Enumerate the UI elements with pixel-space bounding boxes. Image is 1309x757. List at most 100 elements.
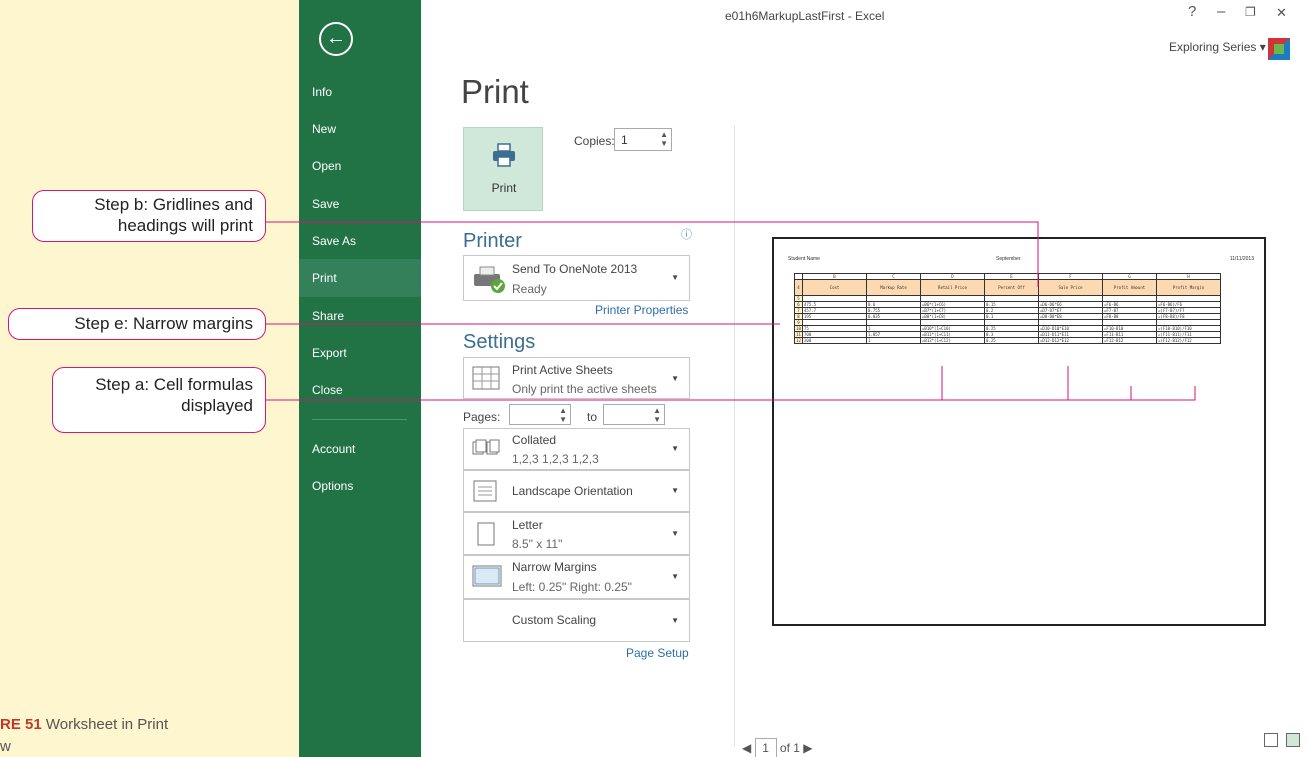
printer-heading: Printer: [463, 230, 522, 252]
preview-cell: =F12-B12: [1102, 337, 1157, 344]
nav-share[interactable]: Share: [299, 297, 421, 335]
print-button-label: Print: [491, 181, 517, 195]
nav-print[interactable]: Print: [299, 259, 421, 297]
nav-divider: [312, 419, 407, 420]
paper-size-dropdown[interactable]: Letter 8.5" x 11" ▼: [463, 512, 690, 555]
printer-status: Ready: [512, 282, 547, 296]
print-button[interactable]: Print: [463, 127, 543, 211]
callout-step-b: Step b: Gridlines and headings will prin…: [32, 190, 266, 242]
close-icon[interactable]: ✕: [1276, 5, 1287, 21]
print-pane: e01h6MarkupLastFirst - Excel ? – ❐ ✕ Exp…: [421, 0, 1309, 757]
zoom-to-page-icon[interactable]: [1286, 733, 1301, 747]
nav-options[interactable]: Options: [299, 467, 421, 505]
preview-table: B C D E F G H 4 Cost Markup Rate Retail Price Perce…: [794, 273, 1221, 344]
printer-device-icon: [474, 266, 505, 293]
chevron-down-icon: ▼: [671, 374, 679, 383]
nav-new[interactable]: New: [299, 110, 421, 148]
restore-icon[interactable]: ❐: [1245, 5, 1256, 19]
page-navigator: ◀ 1 of 1 ▶: [742, 738, 813, 757]
figure-caption: RE 51 Worksheet in Print w: [0, 714, 290, 757]
printer-dropdown[interactable]: Send To OneNote 2013 Ready ▼: [463, 255, 690, 301]
callout-step-e: Step e: Narrow margins: [8, 308, 266, 340]
pages-to-spinner-icon[interactable]: ▲ ▼: [653, 406, 661, 424]
nav-close[interactable]: Close: [299, 371, 421, 409]
figure-text: Worksheet in Print: [41, 716, 169, 733]
account-name[interactable]: Exploring Series ▾: [1169, 40, 1266, 54]
pages-from-spinner-icon[interactable]: ▲ ▼: [559, 406, 567, 424]
preview-header-center: September: [996, 256, 1021, 262]
preview-cell: Markup Rate: [866, 279, 921, 296]
figure-label: RE 51: [0, 716, 42, 733]
page-number-input[interactable]: 1: [754, 738, 777, 757]
margins-sub: Left: 0.25" Right: 0.25": [512, 580, 632, 594]
title-bar: e01h6MarkupLastFirst - Excel ? – ❐ ✕: [421, 0, 1309, 30]
preview-header-right: 11/11/2013: [1229, 256, 1254, 262]
next-page-icon[interactable]: ▶: [803, 741, 812, 755]
orientation-title: Landscape Orientation: [512, 484, 633, 498]
pane-divider: [734, 126, 735, 746]
copies-input[interactable]: 1 ▲ ▼: [614, 128, 672, 151]
preview-cell: Percent Off: [984, 279, 1039, 296]
scaling-title: Custom Scaling: [512, 613, 597, 627]
page-setup-link[interactable]: Page Setup: [626, 646, 689, 660]
chevron-down-icon: ▼: [671, 444, 679, 453]
scaling-dropdown[interactable]: Custom Scaling ▼: [463, 599, 690, 642]
printer-properties-link[interactable]: Printer Properties: [595, 303, 688, 317]
copies-value: 1: [621, 133, 628, 147]
portrait-page-icon: [477, 522, 495, 546]
nav-save[interactable]: Save: [299, 185, 421, 223]
pages-from-input[interactable]: ▲ ▼: [509, 404, 571, 425]
print-what-sub: Only print the active sheets: [512, 382, 657, 396]
prev-page-icon[interactable]: ◀: [742, 741, 751, 755]
preview-cell: 1: [866, 337, 921, 344]
page-title: Print: [461, 73, 529, 110]
preview-cell: Profit Amount: [1102, 279, 1157, 296]
minimize-icon[interactable]: –: [1217, 3, 1225, 20]
chevron-down-icon: ▼: [671, 486, 679, 495]
back-arrow-icon[interactable]: ←: [319, 22, 353, 56]
view-toggles: [1260, 733, 1301, 752]
office-logo-icon: [1268, 38, 1290, 60]
preview-cell: Profit Margin: [1156, 279, 1221, 296]
paper-size-title: Letter: [512, 518, 543, 532]
backstage-nav: ← Info New Open Save Save As Print Share…: [299, 0, 421, 757]
nav-export[interactable]: Export: [299, 334, 421, 372]
chevron-down-icon: ▼: [671, 572, 679, 581]
window-title: e01h6MarkupLastFirst - Excel: [725, 9, 885, 23]
landscape-page-icon: [473, 480, 497, 502]
collate-icon: [472, 439, 500, 455]
info-icon[interactable]: ⓘ: [681, 226, 692, 242]
sheet-grid-icon: [472, 366, 500, 390]
nav-open[interactable]: Open: [299, 147, 421, 185]
preview-cell: 200: [802, 337, 867, 344]
margins-dropdown[interactable]: Narrow Margins Left: 0.25" Right: 0.25" …: [463, 555, 690, 599]
chevron-down-icon: ▼: [671, 616, 679, 625]
preview-cell: 0.25: [984, 337, 1039, 344]
preview-header-left: Student Name: [788, 256, 820, 262]
collate-sub: 1,2,3 1,2,3 1,2,3: [512, 452, 599, 466]
preview-cell: Cost: [802, 279, 867, 296]
chevron-down-icon: ▼: [671, 273, 679, 282]
figure-text-line2: w: [0, 738, 11, 755]
pages-to-input[interactable]: ▲ ▼: [603, 404, 665, 425]
printer-icon: [493, 143, 515, 167]
chevron-down-icon: ▼: [671, 529, 679, 538]
preview-cell: Retail Price: [920, 279, 985, 296]
nav-info[interactable]: Info: [299, 73, 421, 111]
preview-data-row: 12 200 1 =B12*(1+C12) 0.25 =D12-D12*E12 =F12-B…: [794, 337, 1221, 344]
nav-account[interactable]: Account: [299, 430, 421, 468]
help-icon[interactable]: ?: [1188, 3, 1196, 20]
callout-step-e-text: Step e: Narrow margins: [74, 314, 253, 333]
show-margins-icon[interactable]: [1264, 733, 1278, 747]
collate-dropdown[interactable]: Collated 1,2,3 1,2,3 1,2,3 ▼: [463, 428, 690, 470]
settings-heading: Settings: [463, 331, 536, 353]
collate-title: Collated: [512, 433, 557, 447]
orientation-dropdown[interactable]: Landscape Orientation ▼: [463, 470, 690, 512]
print-what-dropdown[interactable]: Print Active Sheets Only print the activ…: [463, 357, 690, 399]
copies-spinner-icon[interactable]: ▲ ▼: [660, 130, 668, 148]
preview-cell: Sale Price: [1038, 279, 1103, 296]
copies-label: Copies:: [574, 134, 615, 148]
nav-save-as[interactable]: Save As: [299, 222, 421, 260]
preview-cell: =B12*(1+C12): [920, 337, 985, 344]
preview-header-row: 4 Cost Markup Rate Retail Price Percent Off S…: [794, 279, 1221, 296]
